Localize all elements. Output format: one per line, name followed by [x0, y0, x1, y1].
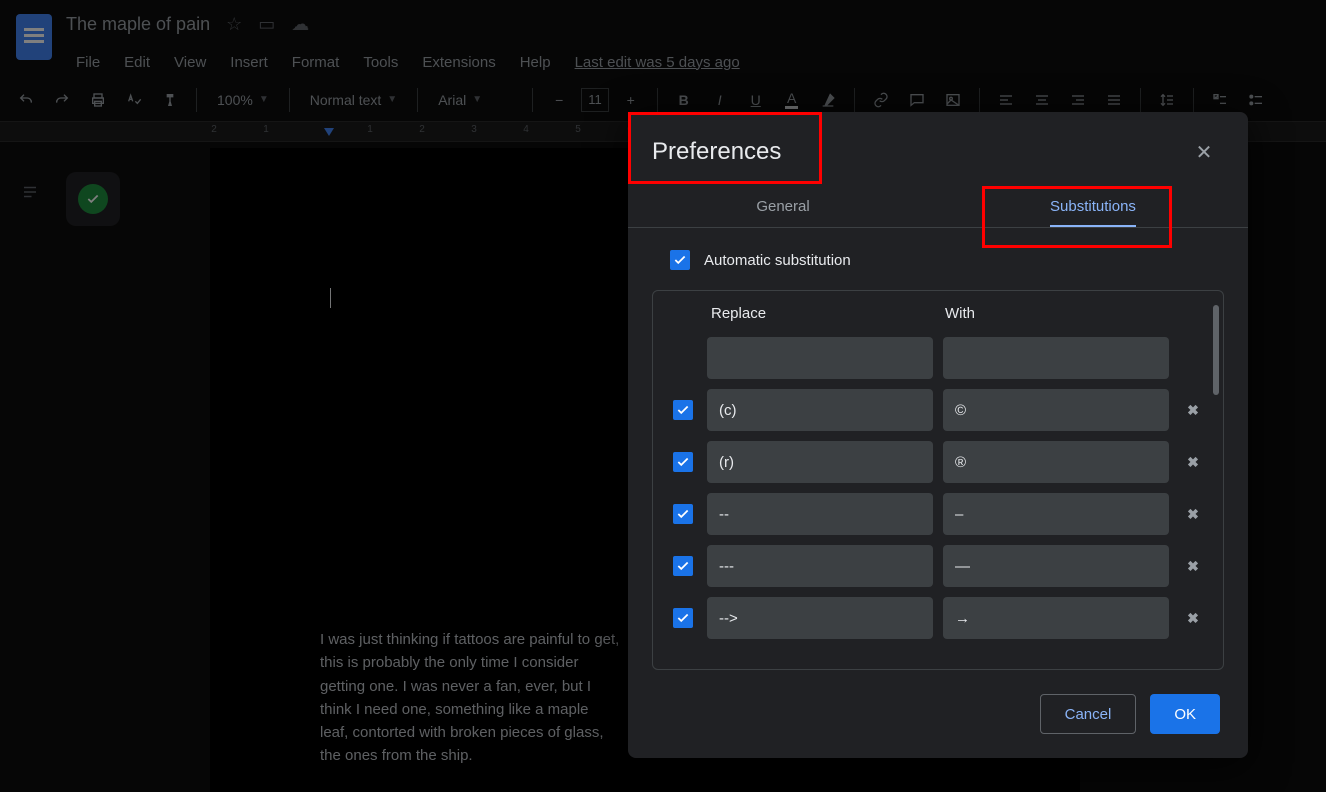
- delete-row-button[interactable]: ✖: [1179, 448, 1207, 476]
- tab-general[interactable]: General: [628, 186, 938, 227]
- substitution-row: ✖: [669, 540, 1207, 592]
- tab-substitutions[interactable]: Substitutions: [938, 186, 1248, 227]
- preferences-dialog: Preferences ✕ General Substitutions Auto…: [628, 112, 1248, 758]
- with-input[interactable]: [943, 389, 1169, 431]
- substitution-row: ✖: [669, 488, 1207, 540]
- dialog-title: Preferences: [652, 138, 781, 166]
- replace-input[interactable]: [707, 493, 933, 535]
- substitution-row: [669, 332, 1207, 384]
- substitution-row: ✖: [669, 436, 1207, 488]
- with-input[interactable]: [943, 493, 1169, 535]
- ok-button[interactable]: OK: [1150, 694, 1220, 734]
- column-replace: Replace: [711, 305, 935, 322]
- replace-input[interactable]: [707, 441, 933, 483]
- replace-input[interactable]: [707, 389, 933, 431]
- delete-row-button[interactable]: ✖: [1179, 500, 1207, 528]
- row-checkbox[interactable]: [673, 556, 693, 576]
- column-with: With: [945, 305, 1169, 322]
- row-checkbox[interactable]: [673, 504, 693, 524]
- substitution-row: ✖: [669, 592, 1207, 644]
- close-button[interactable]: ✕: [1188, 136, 1220, 168]
- row-checkbox[interactable]: [673, 452, 693, 472]
- delete-row-button: [1179, 344, 1207, 372]
- auto-substitution-checkbox[interactable]: [670, 250, 690, 270]
- delete-row-button[interactable]: ✖: [1179, 604, 1207, 632]
- delete-row-button[interactable]: ✖: [1179, 396, 1207, 424]
- delete-row-button[interactable]: ✖: [1179, 552, 1207, 580]
- cancel-button[interactable]: Cancel: [1040, 694, 1137, 734]
- row-checkbox[interactable]: [673, 400, 693, 420]
- with-input[interactable]: [943, 545, 1169, 587]
- with-input[interactable]: [943, 337, 1169, 379]
- with-input[interactable]: [943, 441, 1169, 483]
- auto-substitution-label: Automatic substitution: [704, 252, 851, 269]
- scrollbar[interactable]: [1213, 305, 1219, 395]
- row-checkbox[interactable]: [673, 608, 693, 628]
- with-input[interactable]: [943, 597, 1169, 639]
- replace-input[interactable]: [707, 545, 933, 587]
- replace-input[interactable]: [707, 337, 933, 379]
- substitution-row: ✖: [669, 384, 1207, 436]
- replace-input[interactable]: [707, 597, 933, 639]
